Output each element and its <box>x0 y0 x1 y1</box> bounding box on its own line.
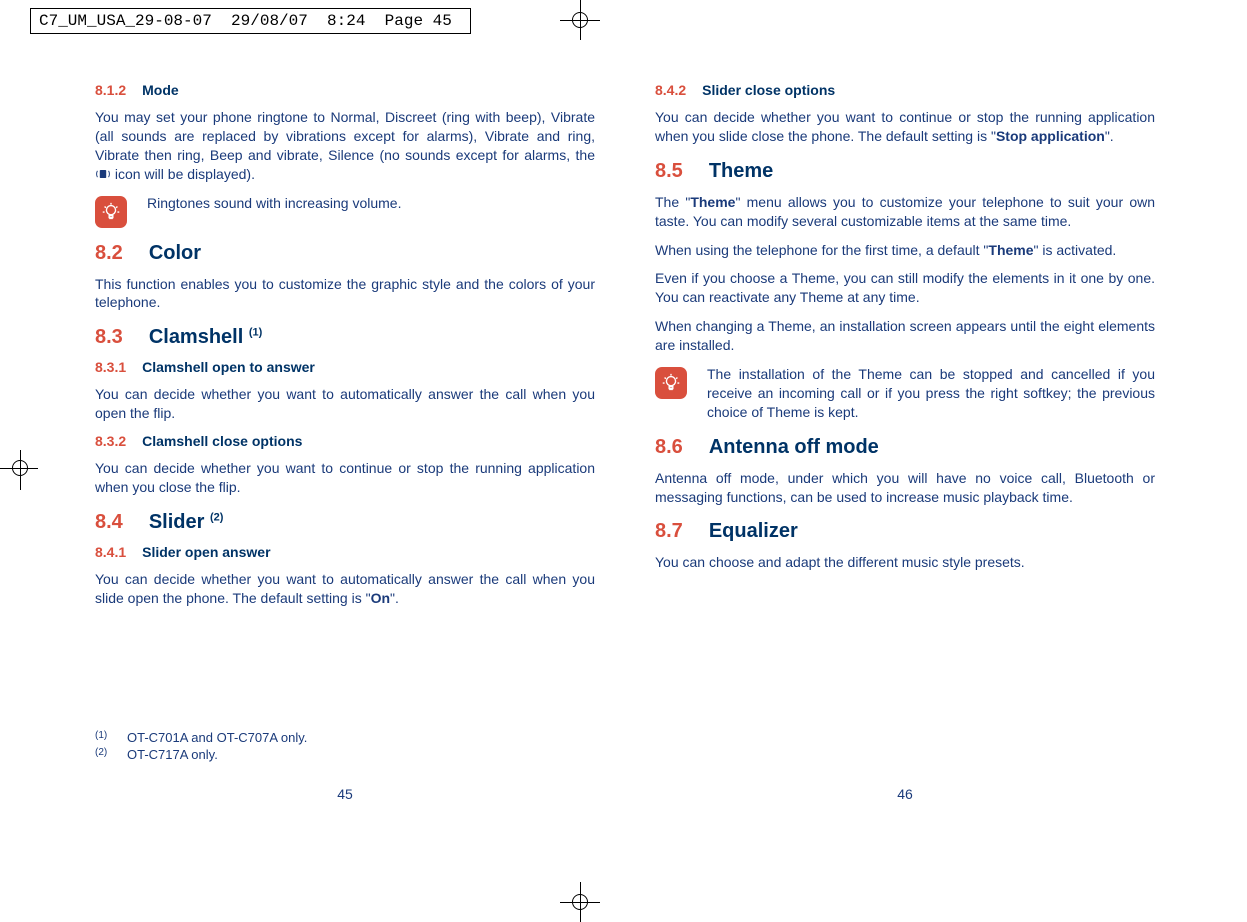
footnote-number: (1) <box>95 730 109 745</box>
registration-mark-bottom <box>555 882 605 922</box>
tip-icon <box>95 196 127 228</box>
section-8-1-2-heading: 8.1.2 Mode <box>95 82 595 98</box>
section-number: 8.7 <box>655 520 683 542</box>
note-text: The installation of the Theme can be sto… <box>707 365 1155 422</box>
section-title: Clamshell <box>149 326 249 348</box>
print-job-header: C7_UM_USA_29-08-07 29/08/07 8:24 Page 45 <box>30 8 471 34</box>
section-number: 8.4 <box>95 511 123 533</box>
section-8-3-1-body: You can decide whether you want to autom… <box>95 385 595 423</box>
section-8-1-2-body: You may set your phone ringtone to Norma… <box>95 108 595 184</box>
section-number: 8.1.2 <box>95 82 126 98</box>
section-8-3-2-body: You can decide whether you want to conti… <box>95 459 595 497</box>
footnote-1: (1) OT-C701A and OT-C707A only. <box>95 730 307 745</box>
section-number: 8.3.1 <box>95 359 126 375</box>
note-theme-install: The installation of the Theme can be sto… <box>655 365 1155 422</box>
page-number-46: 46 <box>655 786 1155 802</box>
section-8-5-p1: The "Theme" menu allows you to customize… <box>655 193 1155 231</box>
footnote-text: OT-C701A and OT-C707A only. <box>127 730 307 745</box>
section-8-5-heading: 8.5 Theme <box>655 160 1155 183</box>
footnote-text: OT-C717A only. <box>127 747 218 762</box>
vibrate-icon <box>95 167 111 181</box>
section-title: Theme <box>709 160 773 182</box>
section-8-3-heading: 8.3 Clamshell (1) <box>95 326 595 349</box>
section-8-7-heading: 8.7 Equalizer <box>655 520 1155 543</box>
section-title: Mode <box>142 82 179 98</box>
section-8-4-1-body: You can decide whether you want to autom… <box>95 570 595 608</box>
section-title: Color <box>149 242 201 264</box>
section-8-5-p3: Even if you choose a Theme, you can stil… <box>655 269 1155 307</box>
section-title: Antenna off mode <box>709 436 879 458</box>
section-title: Equalizer <box>709 520 798 542</box>
section-8-5-p2: When using the telephone for the first t… <box>655 241 1155 260</box>
section-8-6-body: Antenna off mode, under which you will h… <box>655 469 1155 507</box>
page-number-45: 45 <box>95 786 595 802</box>
section-number: 8.3 <box>95 326 123 348</box>
section-8-4-1-heading: 8.4.1 Slider open answer <box>95 544 595 560</box>
section-title: Clamshell close options <box>142 433 302 449</box>
section-8-3-2-heading: 8.3.2 Clamshell close options <box>95 433 595 449</box>
registration-mark-top <box>555 0 605 40</box>
page-spread: 8.1.2 Mode You may set your phone rington… <box>95 82 1155 822</box>
section-8-7-body: You can choose and adapt the different m… <box>655 553 1155 572</box>
page-46: 8.4.2 Slider close options You can decide… <box>655 82 1155 822</box>
section-number: 8.5 <box>655 160 683 182</box>
section-title: Slider open answer <box>142 544 270 560</box>
tip-icon <box>655 367 687 399</box>
section-title: Slider close options <box>702 82 835 98</box>
section-8-2-body: This function enables you to customize t… <box>95 275 595 313</box>
section-8-2-heading: 8.2 Color <box>95 242 595 265</box>
section-number: 8.2 <box>95 242 123 264</box>
footnote-number: (2) <box>95 747 109 762</box>
section-8-6-heading: 8.6 Antenna off mode <box>655 436 1155 459</box>
page-45: 8.1.2 Mode You may set your phone rington… <box>95 82 595 822</box>
section-8-4-2-body: You can decide whether you want to conti… <box>655 108 1155 146</box>
section-number: 8.6 <box>655 436 683 458</box>
section-8-4-heading: 8.4 Slider (2) <box>95 511 595 534</box>
footnotes: (1) OT-C701A and OT-C707A only. (2) OT-C… <box>95 730 307 764</box>
registration-mark-left <box>0 450 40 490</box>
footnote-ref-2: (2) <box>210 511 223 523</box>
section-number: 8.4.1 <box>95 544 126 560</box>
section-title: Slider <box>149 511 210 533</box>
section-8-3-1-heading: 8.3.1 Clamshell open to answer <box>95 359 595 375</box>
section-number: 8.3.2 <box>95 433 126 449</box>
section-number: 8.4.2 <box>655 82 686 98</box>
section-8-4-2-heading: 8.4.2 Slider close options <box>655 82 1155 98</box>
note-text: Ringtones sound with increasing volume. <box>147 194 401 213</box>
footnote-ref-1: (1) <box>249 327 262 339</box>
footnote-2: (2) OT-C717A only. <box>95 747 307 762</box>
print-job-text: C7_UM_USA_29-08-07 29/08/07 8:24 Page 45 <box>31 9 460 33</box>
section-8-5-p4: When changing a Theme, an installation s… <box>655 317 1155 355</box>
note-ringtones: Ringtones sound with increasing volume. <box>95 194 595 228</box>
section-title: Clamshell open to answer <box>142 359 315 375</box>
